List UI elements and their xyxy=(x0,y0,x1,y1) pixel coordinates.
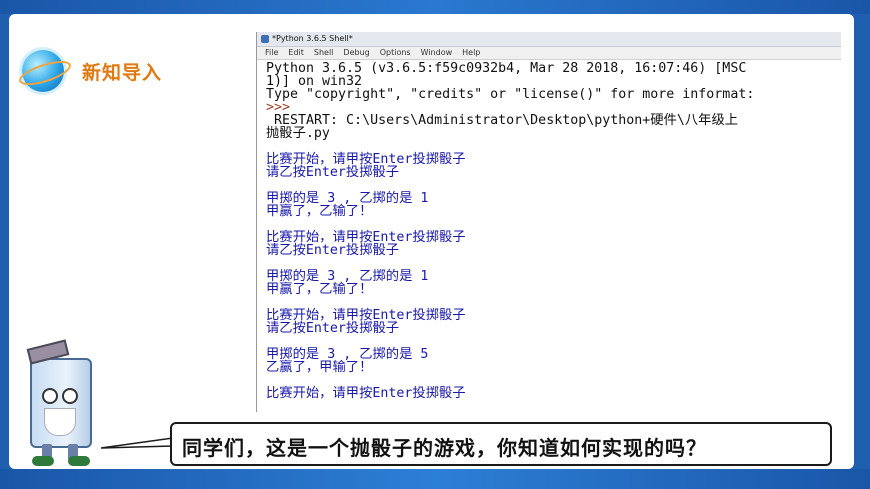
shell-line: 乙赢了，甲输了！ xyxy=(266,360,373,375)
menu-shell[interactable]: Shell xyxy=(314,47,334,59)
menu-window[interactable]: Window xyxy=(421,47,453,59)
menu-help[interactable]: Help xyxy=(462,47,480,59)
window-titlebar[interactable]: *Python 3.6.5 Shell* xyxy=(257,32,841,47)
mascot-right-foot xyxy=(68,456,90,466)
idle-shell-window[interactable]: *Python 3.6.5 Shell* File Edit Shell Deb… xyxy=(256,32,841,412)
speech-bubble-text: 同学们，这是一个抛骰子的游戏，你知道如何实现的吗？ xyxy=(182,436,707,460)
shell-output[interactable]: Python 3.6.5 (v3.6.5:f59c0932b4, Mar 28 … xyxy=(257,60,841,400)
shell-line: 抛骰子.py xyxy=(266,126,330,141)
menu-debug[interactable]: Debug xyxy=(343,47,369,59)
shell-line: 请乙按Enter投掷骰子 xyxy=(266,243,400,258)
python-icon xyxy=(261,35,269,43)
shell-line: 请乙按Enter投掷骰子 xyxy=(266,165,400,180)
mascot-right-eye xyxy=(62,388,78,404)
window-title: *Python 3.6.5 Shell* xyxy=(272,34,353,43)
bottom-frame-bar xyxy=(0,469,870,489)
book-mascot xyxy=(6,339,116,470)
shell-line: Type "copyright", "credits" or "license(… xyxy=(266,87,755,102)
menu-bar: File Edit Shell Debug Options Window Hel… xyxy=(257,47,841,60)
menu-edit[interactable]: Edit xyxy=(288,47,304,59)
menu-options[interactable]: Options xyxy=(380,47,411,59)
top-frame-bar xyxy=(0,0,870,14)
speech-bubble-tail xyxy=(101,437,173,449)
shell-line: 甲赢了，乙输了！ xyxy=(266,204,373,219)
shell-line: 请乙按Enter投掷骰子 xyxy=(266,321,400,336)
section-title: 新知导入 xyxy=(82,62,163,84)
mascot-left-eye xyxy=(42,388,58,404)
mascot-left-foot xyxy=(32,456,54,466)
section-badge: 新知导入 xyxy=(16,50,172,92)
mascot-beard xyxy=(44,408,76,436)
shell-line: 甲赢了，乙输了！ xyxy=(266,282,373,297)
shell-line: RESTART: C:\Users\Administrator\Desktop\… xyxy=(266,113,739,128)
menu-file[interactable]: File xyxy=(265,47,278,59)
speech-bubble: 同学们，这是一个抛骰子的游戏，你知道如何实现的吗？ xyxy=(170,422,832,466)
shell-line: 比赛开始，请甲按Enter投掷骰子 xyxy=(266,386,466,401)
